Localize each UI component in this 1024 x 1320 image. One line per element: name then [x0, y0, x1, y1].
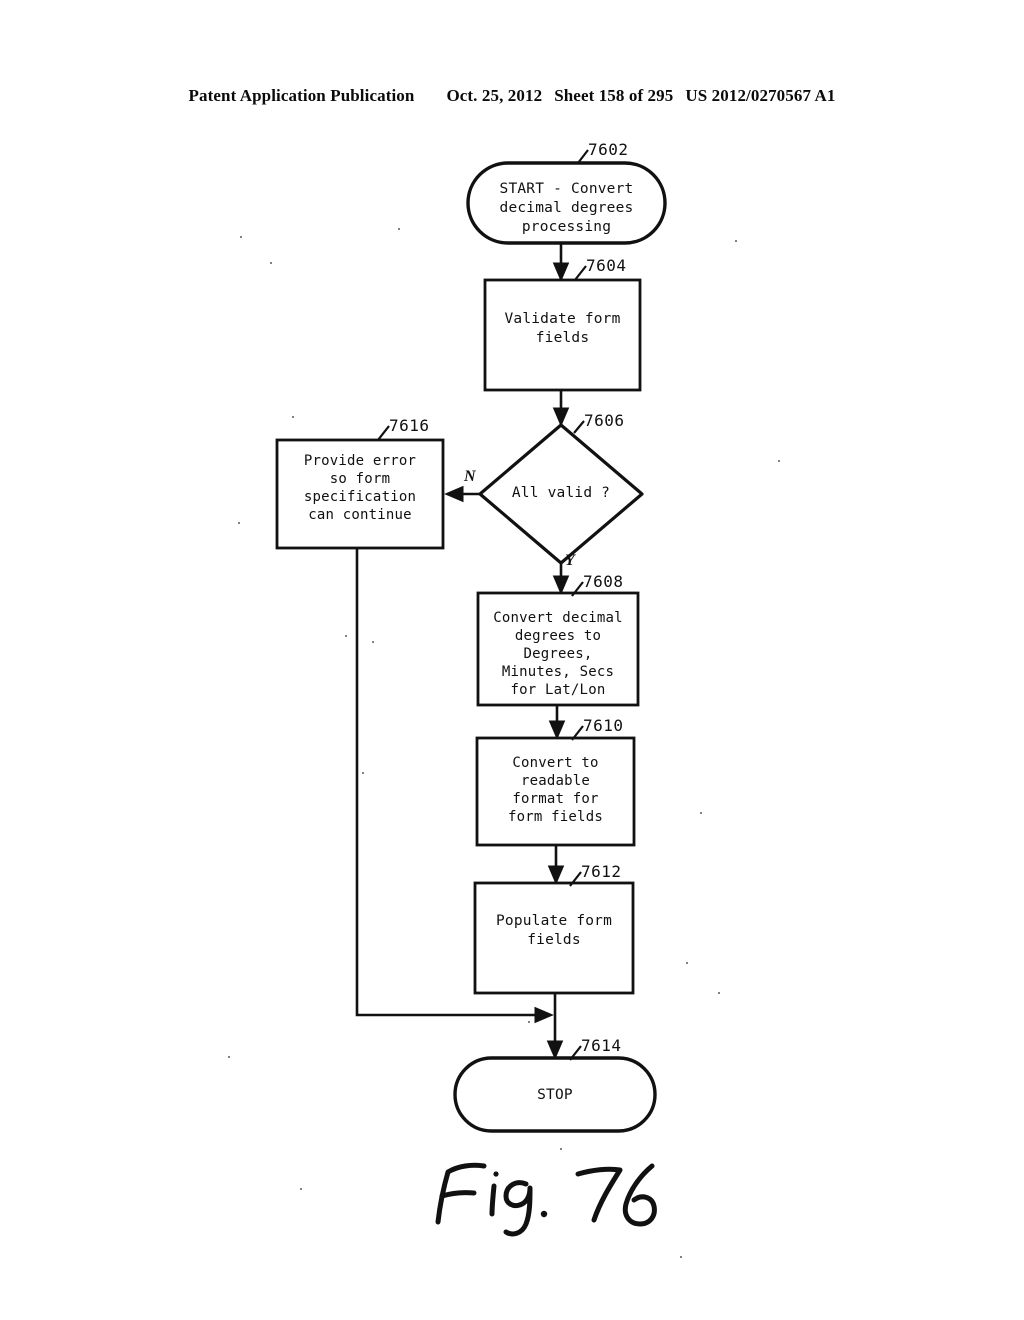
ref-number-7612: 7612: [581, 862, 622, 881]
patent-drawing-page: Patent Application Publication Oct. 25, 2…: [0, 0, 1024, 1320]
ref-number-7604: 7604: [586, 256, 627, 275]
scan-speck: [398, 228, 400, 230]
ref-number-7608: 7608: [583, 572, 624, 591]
branch-label-yes: Y: [565, 552, 575, 569]
scan-speck: [560, 1148, 562, 1150]
leader-7616: [377, 425, 390, 441]
node-7616-label: Provide error so form specification can …: [303, 453, 417, 523]
figure-caption-handwriting: [435, 1162, 657, 1237]
node-7606-label: All valid ?: [511, 485, 611, 501]
leader-7604: [574, 265, 587, 281]
scan-speck: [778, 460, 780, 462]
scan-speck: [362, 772, 364, 774]
node-7614-label: STOP: [537, 1087, 573, 1103]
scan-speck: [700, 812, 702, 814]
ref-number-7606: 7606: [584, 411, 625, 430]
ref-number-7610: 7610: [583, 716, 624, 735]
scan-speck: [372, 641, 374, 643]
node-7608-label: Convert decimal degrees to Degrees, Minu…: [493, 610, 623, 698]
ref-number-7616: 7616: [389, 416, 430, 435]
scan-speck: [686, 962, 688, 964]
node-7604-label: Validate form fields: [504, 311, 621, 346]
ref-number-7602: 7602: [588, 140, 629, 159]
leader-7606: [573, 420, 585, 434]
branch-label-no: N: [464, 468, 476, 485]
scan-speck: [528, 1021, 530, 1023]
scan-speck: [345, 635, 347, 637]
scan-speck: [228, 1056, 230, 1058]
node-7602-label: START - Convert decimal degrees processi…: [499, 181, 634, 235]
scan-speck: [292, 416, 294, 418]
scan-speck: [300, 1188, 302, 1190]
leader-7602: [577, 149, 589, 164]
scan-speck: [735, 240, 737, 242]
ref-number-7614: 7614: [581, 1036, 622, 1055]
node-7612-label: Populate form fields: [495, 913, 613, 948]
scan-speck: [680, 1256, 682, 1258]
scan-speck: [270, 262, 272, 264]
scan-speck: [718, 992, 720, 994]
node-7610-label: Convert to readable format for form fiel…: [508, 755, 603, 825]
scan-speck: [240, 236, 242, 238]
figure-caption: [420, 1152, 720, 1242]
scan-speck: [238, 522, 240, 524]
